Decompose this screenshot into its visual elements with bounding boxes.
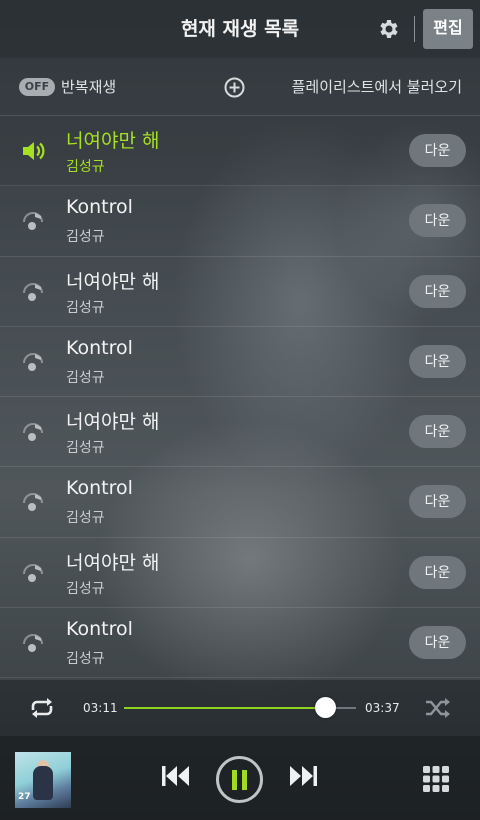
track-title: Kontrol — [66, 618, 133, 641]
track-title: 너여야만 해 — [66, 411, 160, 434]
repeat-label[interactable]: 반복재생 — [61, 58, 116, 116]
edit-button[interactable]: 편집 — [423, 9, 473, 49]
download-button[interactable]: 다운 — [409, 274, 466, 308]
track-title: 너여야만 해 — [66, 270, 160, 293]
track-row[interactable]: 너여야만 해김성규 다운 — [0, 257, 480, 327]
track-title: Kontrol — [66, 196, 133, 219]
music-note-icon — [23, 493, 43, 512]
track-artist: 김성규 — [66, 651, 105, 668]
load-playlist-button[interactable]: 플레이리스트에서 불러오기 — [292, 58, 462, 116]
track-title: 너여야만 해 — [66, 551, 160, 574]
music-note-icon — [23, 212, 43, 231]
download-button[interactable]: 다운 — [409, 485, 466, 519]
track-list: 너여야만 해 김성규 다운 Kontrol 김성규 다운 너여야만 해 김성규 다운 Kontro… — [0, 116, 480, 679]
header-bar: 현재 재생 목록 편집 — [0, 0, 480, 58]
track-artist: 김성규 — [66, 580, 105, 597]
track-title: Kontrol — [66, 336, 133, 359]
header-divider — [414, 16, 415, 42]
track-row[interactable]: Kontrol 김성규 다운 — [0, 186, 480, 257]
track-artist: 김성규 — [66, 299, 105, 316]
download-button[interactable]: 다운 — [409, 344, 466, 378]
track-artist: 김성규 — [66, 440, 105, 457]
speaker-icon — [23, 142, 45, 160]
plus-circle-icon[interactable] — [224, 77, 245, 98]
track-artist: 김성규 — [66, 159, 105, 175]
pause-icon — [232, 770, 247, 790]
track-row[interactable]: 너여야만 해김성규 다운 — [0, 538, 480, 609]
music-note-icon — [23, 282, 43, 301]
download-button[interactable]: 다운 — [409, 626, 466, 660]
download-button[interactable]: 다운 — [409, 555, 466, 589]
track-row[interactable]: 너여야만 해김성규 다운 — [0, 116, 480, 187]
track-artist: 김성규 — [66, 229, 105, 246]
skip-next-icon[interactable] — [289, 765, 319, 787]
music-note-icon — [23, 423, 43, 442]
progress-row: 03:11 03:37 — [0, 680, 480, 736]
track-row[interactable]: Kontrol 김성규 다운 — [0, 327, 480, 398]
track-title: Kontrol — [66, 477, 133, 500]
total-time: 03:37 — [365, 701, 400, 715]
current-time: 03:11 — [83, 701, 118, 715]
skip-previous-icon[interactable] — [160, 765, 190, 787]
shuffle-icon[interactable] — [424, 697, 452, 719]
track-artist: 김성규 — [66, 510, 105, 527]
page-title: 현재 재생 목록 — [180, 18, 300, 40]
grid-icon[interactable] — [423, 766, 449, 792]
track-artist: 김성규 — [66, 369, 105, 386]
download-button[interactable]: 다운 — [409, 204, 466, 238]
seek-bar-handle[interactable] — [314, 697, 336, 718]
music-note-icon — [23, 352, 43, 371]
download-button[interactable]: 다운 — [409, 415, 466, 449]
track-row[interactable]: Kontrol 김성규 다운 — [0, 467, 480, 538]
gear-icon[interactable] — [376, 17, 400, 41]
download-button[interactable]: 다운 — [409, 134, 466, 167]
player-controls: 27 — [0, 736, 480, 820]
repeat-toggle[interactable]: OFF — [19, 78, 55, 96]
music-note-icon — [23, 634, 43, 653]
track-title: 너여야만 해 — [66, 130, 160, 152]
track-row[interactable]: 너여야만 해김성규 다운 — [0, 397, 480, 468]
album-art-figure — [33, 766, 53, 800]
play-pause-button[interactable] — [216, 756, 263, 803]
album-art-text: 27 — [18, 792, 31, 802]
seek-bar-fill — [124, 707, 325, 709]
load-playlist-label: 플레이리스트에서 불러오기 — [291, 78, 462, 96]
seek-bar[interactable] — [124, 697, 356, 718]
album-art[interactable]: 27 — [15, 752, 71, 808]
track-row[interactable]: Kontrol 김성규 다운 — [0, 608, 480, 679]
music-note-icon — [23, 563, 43, 582]
repeat-icon[interactable] — [28, 697, 56, 719]
